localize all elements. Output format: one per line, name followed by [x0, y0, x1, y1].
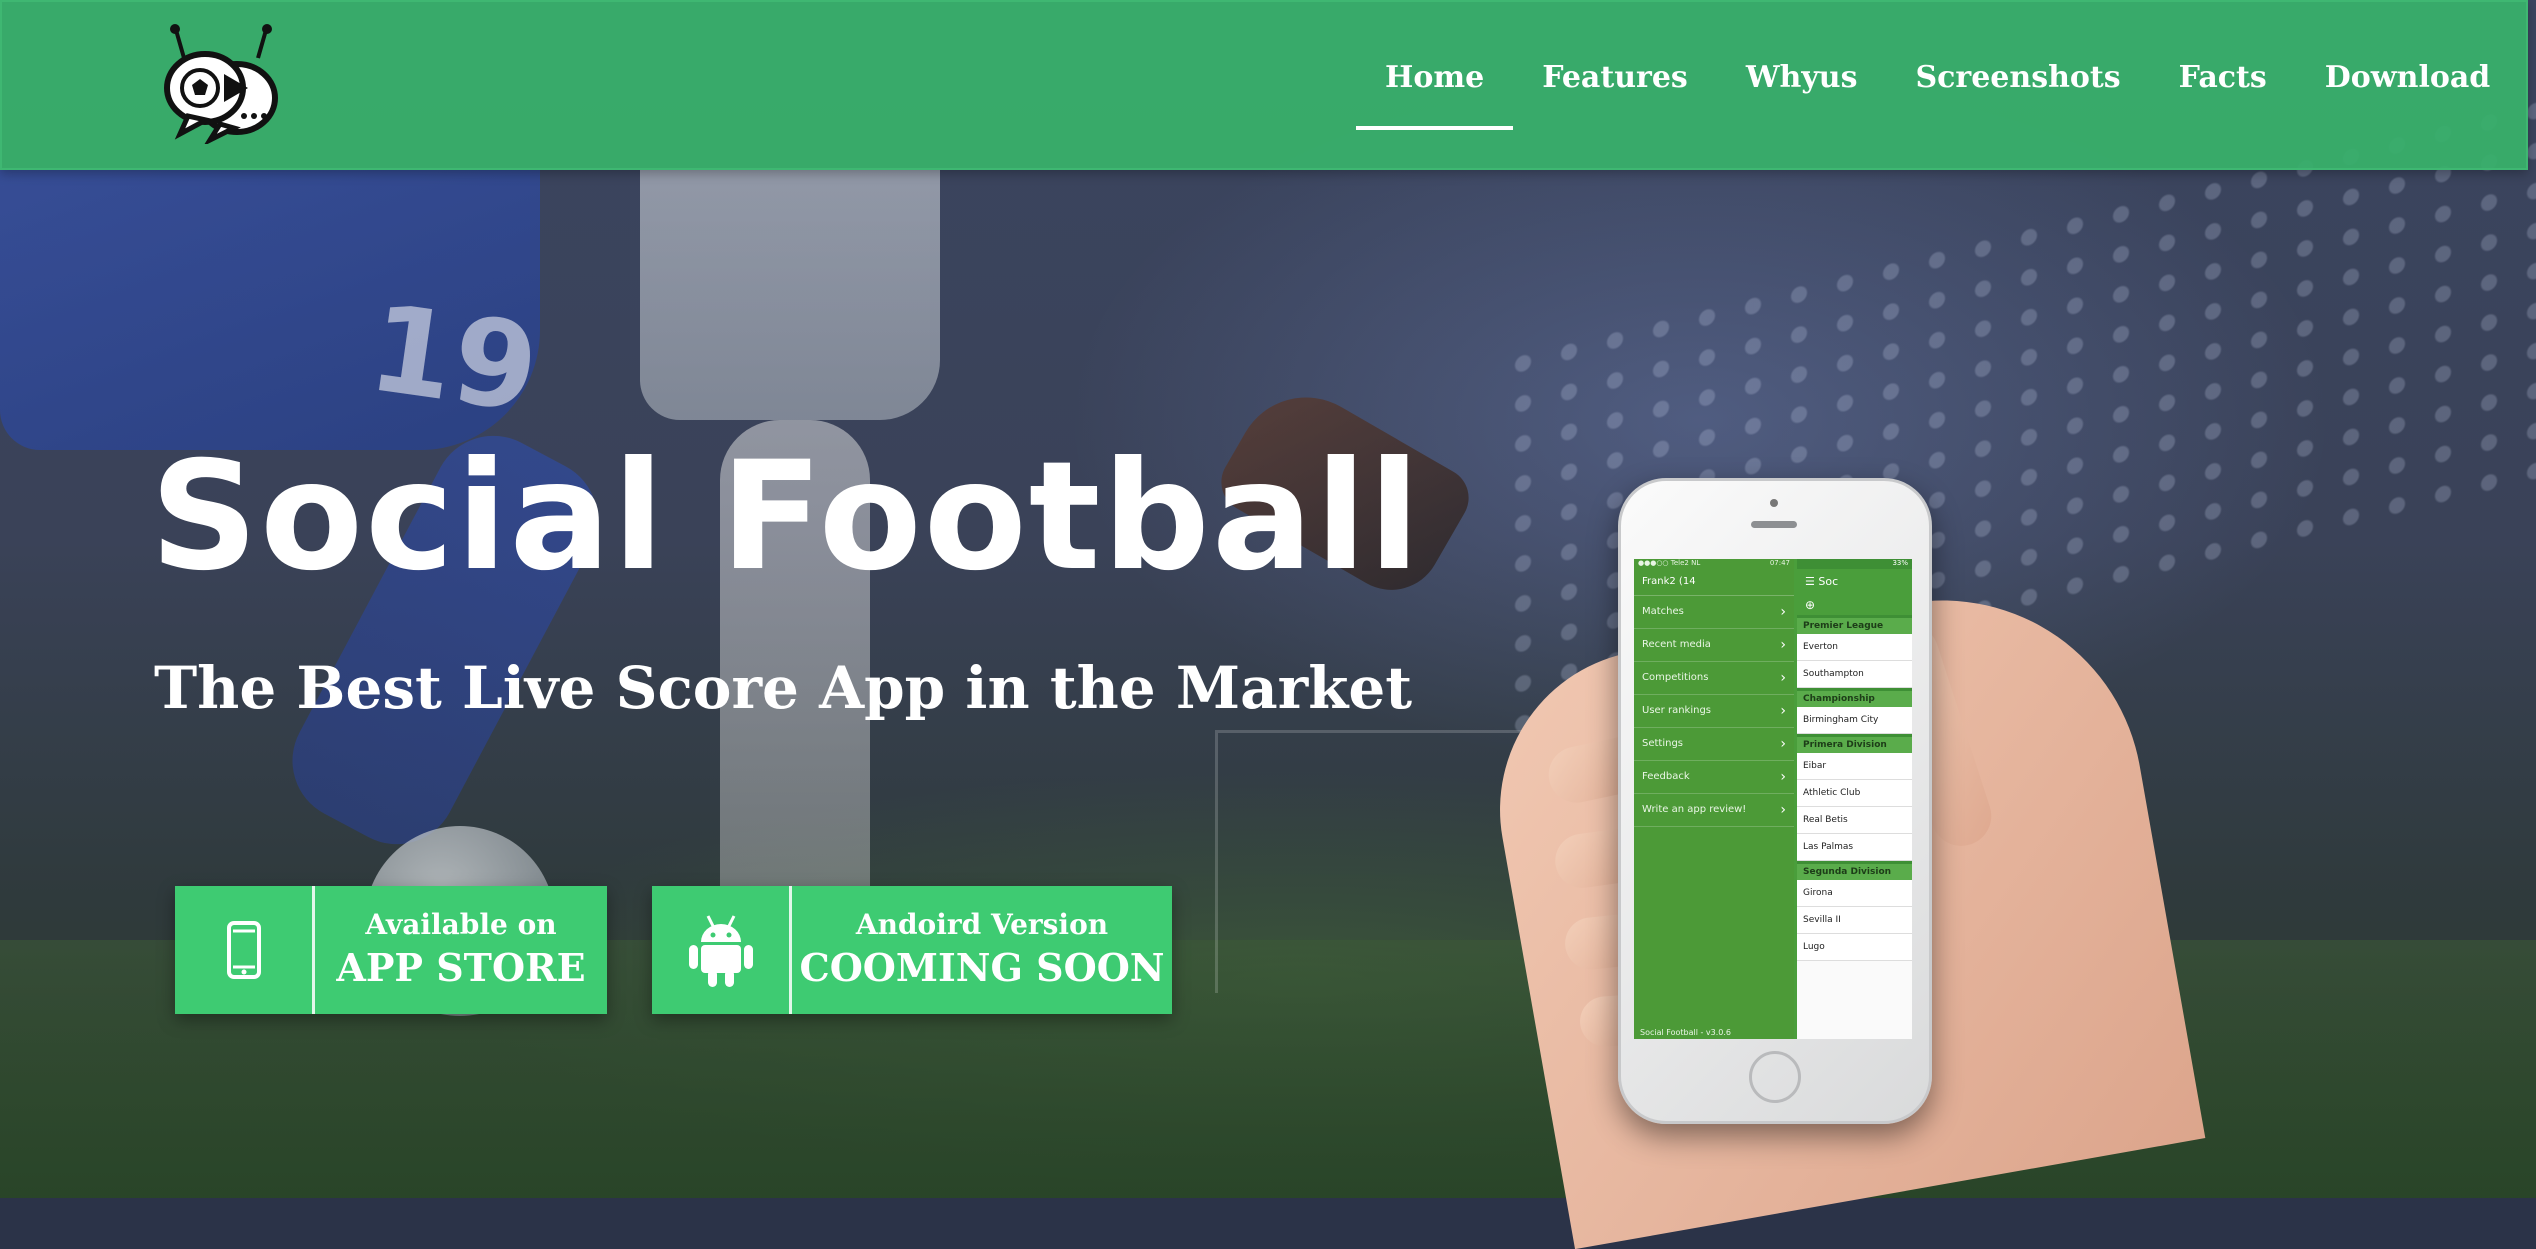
menu-item-review[interactable]: Write an app review! [1634, 794, 1794, 827]
hero-subtitle: The Best Live Score App in the Market [154, 654, 1413, 722]
top-navbar: Home Features Whyus Screenshots Facts Do… [0, 0, 2528, 170]
football-chat-bubbles-logo[interactable] [162, 24, 280, 144]
phone-speaker [1751, 521, 1797, 528]
menu-item-competitions[interactable]: Competitions [1634, 662, 1794, 695]
team-row[interactable]: Birmingham City [1797, 707, 1912, 734]
phone-screen: ●●●○○ Tele2 NL 07:47 Frank2 (14 Matches … [1634, 559, 1912, 1039]
team-row[interactable]: Girona [1797, 880, 1912, 907]
menu-item-matches[interactable]: Matches [1634, 596, 1794, 629]
league-header: Segunda Division [1797, 861, 1912, 880]
menu-item-user-rankings[interactable]: User rankings [1634, 695, 1794, 728]
app-store-button[interactable]: Available on APP STORE [175, 886, 607, 1014]
status-carrier: ●●●○○ Tele2 NL [1638, 559, 1701, 567]
android-icon [652, 886, 792, 1014]
status-battery: 33% [1797, 559, 1912, 569]
app-side-menu: ●●●○○ Tele2 NL 07:47 Frank2 (14 Matches … [1634, 559, 1794, 1039]
league-header: Primera Division [1797, 734, 1912, 753]
nav-screenshots[interactable]: Screenshots [1886, 54, 2149, 102]
add-icon[interactable]: ⊕ [1797, 595, 1912, 615]
team-row[interactable]: Las Palmas [1797, 834, 1912, 861]
nav-links: Home Features Whyus Screenshots Facts Do… [1356, 54, 2519, 130]
league-header: Championship [1797, 688, 1912, 707]
phone-mockup: ●●●○○ Tele2 NL 07:47 Frank2 (14 Matches … [1618, 478, 1932, 1124]
app-version: Social Football - v3.0.6 [1640, 1028, 1731, 1037]
team-row[interactable]: Everton [1797, 634, 1912, 661]
match-list: 33% ☰ Soc ⊕ Premier League Everton South… [1797, 559, 1912, 1039]
phone-camera [1770, 499, 1778, 507]
menu-user[interactable]: Frank2 (14 [1634, 569, 1794, 596]
player-number: 19 [361, 279, 546, 440]
nav-home[interactable]: Home [1356, 54, 1514, 130]
status-time: 07:47 [1769, 559, 1790, 567]
list-header: ☰ Soc [1797, 569, 1912, 595]
team-row[interactable]: Lugo [1797, 934, 1912, 961]
android-big-label: COOMING SOON [799, 945, 1165, 990]
phone-home-button [1749, 1051, 1801, 1103]
team-row[interactable]: Southampton [1797, 661, 1912, 688]
app-store-small-label: Available on [365, 908, 557, 941]
android-small-label: Andoird Version [855, 908, 1109, 941]
player-white-shorts [640, 170, 940, 420]
app-store-big-label: APP STORE [336, 945, 586, 990]
nav-whyus[interactable]: Whyus [1717, 54, 1887, 102]
list-header-title: Soc [1818, 575, 1839, 588]
mobile-phone-icon [175, 886, 315, 1014]
league-header: Premier League [1797, 615, 1912, 634]
menu-item-recent-media[interactable]: Recent media [1634, 629, 1794, 662]
team-row[interactable]: Sevilla II [1797, 907, 1912, 934]
nav-download[interactable]: Download [2296, 54, 2519, 102]
status-bar: ●●●○○ Tele2 NL 07:47 [1634, 559, 1794, 569]
team-row[interactable]: Athletic Club [1797, 780, 1912, 807]
android-button[interactable]: Andoird Version COOMING SOON [652, 886, 1172, 1014]
nav-features[interactable]: Features [1513, 54, 1717, 102]
team-row[interactable]: Real Betis [1797, 807, 1912, 834]
team-row[interactable]: Eibar [1797, 753, 1912, 780]
menu-item-settings[interactable]: Settings [1634, 728, 1794, 761]
menu-item-feedback[interactable]: Feedback [1634, 761, 1794, 794]
hero-title: Social Football [150, 430, 1422, 604]
nav-facts[interactable]: Facts [2150, 54, 2296, 102]
